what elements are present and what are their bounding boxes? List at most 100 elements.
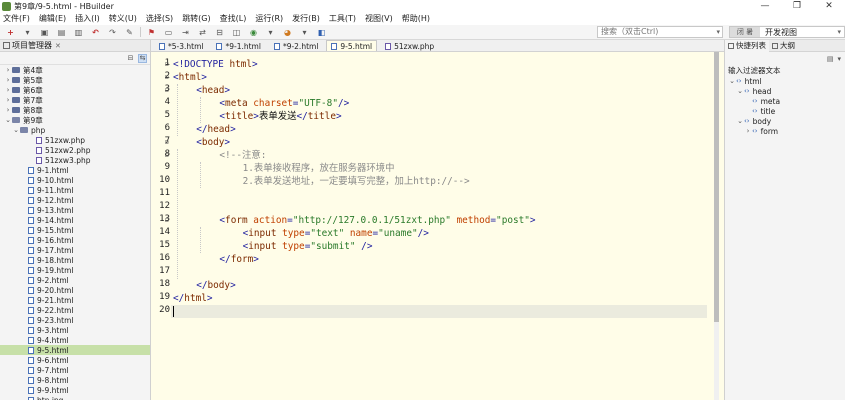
editor-scrollbar[interactable]: [714, 52, 719, 400]
fold-toggle-icon[interactable]: ⊟: [165, 71, 169, 84]
tree-item[interactable]: btn.jpg: [0, 395, 150, 400]
code-line[interactable]: <meta charset="UTF-8"/>: [171, 97, 349, 110]
comment-icon[interactable]: ▭: [162, 27, 175, 38]
indent-icon[interactable]: ⇥: [179, 27, 192, 38]
tree-item[interactable]: 9-6.html: [0, 355, 150, 365]
twisty-icon[interactable]: ⌄: [736, 117, 744, 125]
code-line[interactable]: <input type="submit" />: [171, 240, 373, 253]
save-icon[interactable]: ▣: [38, 27, 51, 38]
split-icon[interactable]: ◫: [230, 27, 243, 38]
menu-goto[interactable]: 跳转(G): [182, 13, 210, 24]
tree-item[interactable]: 9-9.html: [0, 385, 150, 395]
menu-edit[interactable]: 编辑(E): [39, 13, 66, 24]
print-icon[interactable]: ▥: [72, 27, 85, 38]
tree-item[interactable]: 9-17.html: [0, 245, 150, 255]
editor-tab[interactable]: *5-3.html: [154, 40, 208, 51]
code-area[interactable]: ⊟ <!DOCTYPE html> ⊟ <html> ⊟ <head> <meta char…: [165, 52, 709, 400]
dropdown-arrow-icon[interactable]: ▾: [21, 27, 34, 38]
code-line[interactable]: ⊟ <body>: [165, 136, 230, 149]
minimize-button[interactable]: —: [749, 0, 781, 12]
editor-tab[interactable]: 51zxw.php: [380, 40, 439, 51]
code-line[interactable]: [171, 305, 707, 318]
editor-tab[interactable]: 9-5.html: [326, 40, 378, 51]
menu-find[interactable]: 查找(L): [220, 13, 247, 24]
code-line[interactable]: </body>: [171, 279, 236, 292]
browser-dropdown-icon[interactable]: ▾: [298, 27, 311, 38]
tree-item[interactable]: › 第8章: [0, 105, 150, 115]
collapse-all-icon[interactable]: ⊟: [126, 54, 135, 63]
menu-help[interactable]: 帮助(H): [402, 13, 430, 24]
tree-item[interactable]: 51zxw3.php: [0, 155, 150, 165]
tab-outline[interactable]: 大纲: [769, 40, 798, 52]
tree-item[interactable]: 9-16.html: [0, 235, 150, 245]
view-layout-selector[interactable]: 闭 暑 开发视图 ▾: [729, 26, 845, 38]
tree-item[interactable]: 9-18.html: [0, 255, 150, 265]
tree-item[interactable]: 51zxw.php: [0, 135, 150, 145]
save-all-icon[interactable]: ▤: [55, 27, 68, 38]
code-line[interactable]: </html>: [171, 292, 213, 305]
menu-escape[interactable]: 转义(U): [109, 13, 137, 24]
code-line[interactable]: [171, 188, 173, 201]
twisty-icon[interactable]: ›: [744, 127, 752, 135]
twisty-icon[interactable]: ⌄: [736, 87, 744, 95]
twisty-icon[interactable]: ›: [4, 86, 12, 94]
tree-item[interactable]: ⌄ 第9章: [0, 115, 150, 125]
code-line[interactable]: [171, 201, 173, 214]
code-line[interactable]: 1.表单接收程序，放在服务器环境中: [171, 162, 395, 175]
code-editor[interactable]: *5-3.html *9-1.html *9-2.html 9-5.html 51zxw…: [151, 40, 724, 400]
run-dropdown-icon[interactable]: ▾: [264, 27, 277, 38]
preview-icon[interactable]: ◧: [315, 27, 328, 38]
collapse-icon[interactable]: ⊟: [213, 27, 226, 38]
tree-item[interactable]: 9-21.html: [0, 295, 150, 305]
panel-close-icon[interactable]: ✕: [55, 42, 61, 50]
tab-quick-list[interactable]: 快捷列表: [725, 39, 769, 52]
tree-item[interactable]: 9-22.html: [0, 305, 150, 315]
new-plus-icon[interactable]: +: [4, 27, 17, 38]
tree-item[interactable]: › 第4章: [0, 65, 150, 75]
tree-item[interactable]: 51zxw2.php: [0, 145, 150, 155]
twisty-icon[interactable]: ⌄: [728, 77, 736, 85]
editor-tab[interactable]: *9-1.html: [211, 40, 265, 51]
twisty-icon[interactable]: ›: [4, 76, 12, 84]
outline-item[interactable]: ‹› title: [725, 106, 845, 116]
bookmark-icon[interactable]: ⚑: [145, 27, 158, 38]
browser-icon[interactable]: ◕: [281, 27, 294, 38]
fold-toggle-icon[interactable]: ⊟: [165, 149, 169, 162]
code-line[interactable]: <title>表单发送</title>: [171, 110, 341, 123]
outline-item[interactable]: ⌄ ‹› html: [725, 76, 845, 86]
fold-toggle-icon[interactable]: ⊟: [165, 136, 169, 149]
fold-toggle-icon[interactable]: ⊟: [165, 214, 169, 227]
link-editor-icon[interactable]: ⇆: [138, 53, 147, 63]
search-dropdown-icon[interactable]: ▾: [716, 27, 720, 37]
twisty-icon[interactable]: ›: [4, 66, 12, 74]
run-icon[interactable]: ◉: [247, 27, 260, 38]
menu-select[interactable]: 选择(S): [146, 13, 173, 24]
scrollbar-thumb[interactable]: [714, 52, 719, 322]
code-line[interactable]: ⊟ <!--注意:: [165, 149, 266, 162]
outline-item[interactable]: ‹› meta: [725, 96, 845, 106]
fold-toggle-icon[interactable]: ⊟: [165, 84, 169, 97]
tree-item[interactable]: › 第6章: [0, 85, 150, 95]
tree-item[interactable]: 9-7.html: [0, 365, 150, 375]
wrap-icon[interactable]: ⇄: [196, 27, 209, 38]
code-line[interactable]: ⊟ <!DOCTYPE html>: [165, 58, 258, 71]
menu-tools[interactable]: 工具(T): [329, 13, 356, 24]
tree-item[interactable]: › 第5章: [0, 75, 150, 85]
search-input[interactable]: 搜索（双击Ctrl) ▾: [597, 26, 723, 38]
close-button[interactable]: ✕: [813, 0, 845, 12]
tree-item[interactable]: 9-4.html: [0, 335, 150, 345]
twisty-icon[interactable]: ⌄: [4, 116, 12, 124]
tree-item[interactable]: 9-14.html: [0, 215, 150, 225]
tree-item[interactable]: 9-2.html: [0, 275, 150, 285]
menu-view[interactable]: 视图(V): [365, 13, 393, 24]
tree-item[interactable]: 9-23.html: [0, 315, 150, 325]
code-line[interactable]: </head>: [171, 123, 236, 136]
outline-item[interactable]: ⌄ ‹› body: [725, 116, 845, 126]
tree-item[interactable]: 9-13.html: [0, 205, 150, 215]
tree-item[interactable]: 9-19.html: [0, 265, 150, 275]
tree-item[interactable]: 9-12.html: [0, 195, 150, 205]
menu-file[interactable]: 文件(F): [3, 13, 30, 24]
code-line[interactable]: [171, 266, 173, 279]
code-line[interactable]: ⊟ <form action="http://127.0.0.1/51zxt.ph…: [165, 214, 536, 227]
code-line[interactable]: </form>: [171, 253, 259, 266]
